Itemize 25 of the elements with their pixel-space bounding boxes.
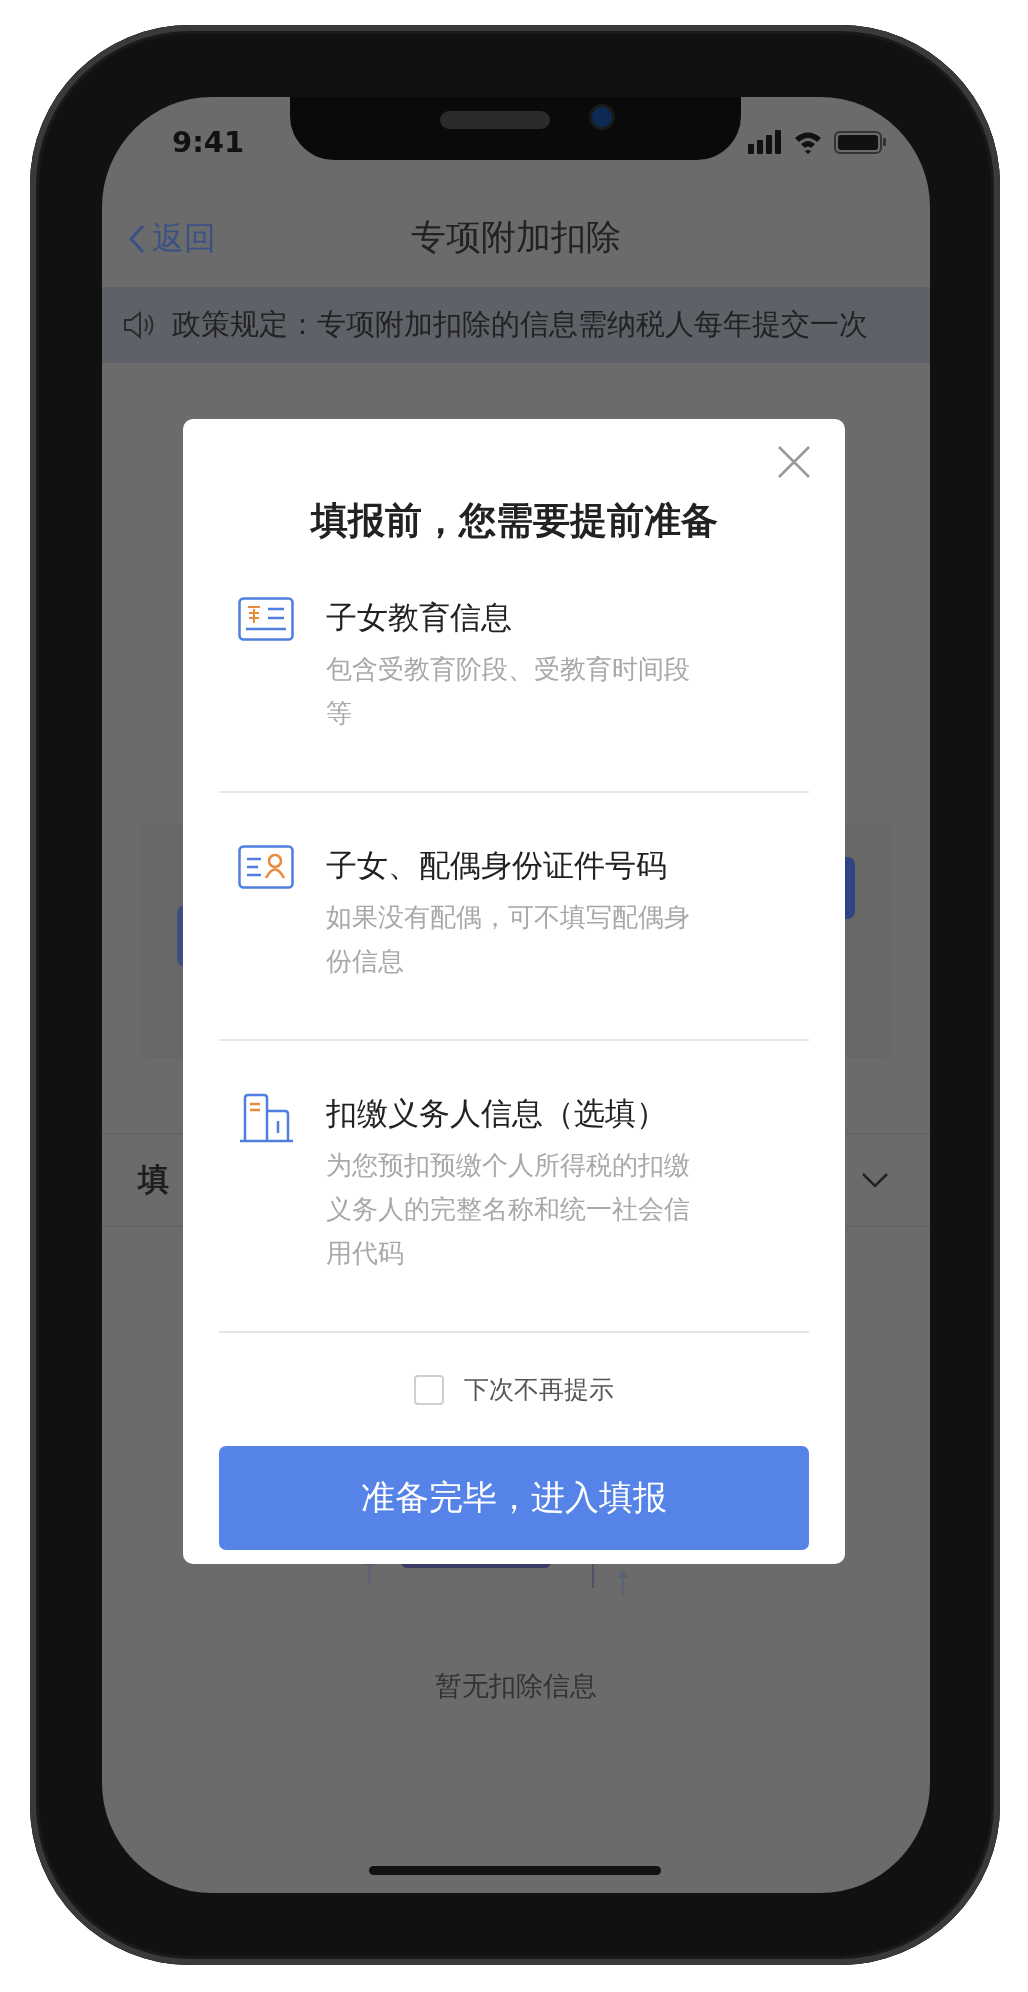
confirm-button[interactable]: 准备完毕，进入填报 xyxy=(219,1446,809,1550)
item-description: 包含受教育阶段、受教育时间段等 xyxy=(326,653,691,730)
empty-state-text: 暂无扣除信息 xyxy=(435,1669,597,1703)
page-title: 专项附加扣除 xyxy=(411,215,621,259)
checkbox[interactable] xyxy=(414,1374,444,1405)
speaker-icon xyxy=(122,310,156,340)
item-description: 如果没有配偶，可不填写配偶身份信息 xyxy=(326,901,691,978)
certificate-icon xyxy=(238,597,294,641)
battery-icon xyxy=(834,130,886,154)
close-icon[interactable] xyxy=(777,445,811,479)
wifi-icon xyxy=(794,130,822,154)
chevron-down-icon[interactable] xyxy=(860,1171,890,1189)
id-card-icon xyxy=(238,845,294,889)
item-title: 扣缴义务人信息（选填） xyxy=(326,1094,668,1133)
item-title: 子女教育信息 xyxy=(326,598,513,637)
signal-icon xyxy=(748,130,782,154)
dialog-title: 填报前，您需要提前准备 xyxy=(309,498,719,544)
buildings-icon xyxy=(238,1093,294,1143)
item-description: 为您预扣预缴个人所得税的扣缴义务人的完整名称和统一社会信用代码 xyxy=(326,1149,691,1270)
back-icon[interactable] xyxy=(128,223,146,255)
item-title: 子女、配偶身份证件号码 xyxy=(326,846,668,885)
section-title: 填 xyxy=(138,1160,169,1199)
notice-text: 政策规定：专项附加扣除的信息需纳税人每年提交一次 xyxy=(172,306,868,343)
checkbox-label[interactable]: 下次不再提示 xyxy=(464,1373,614,1406)
status-time: 9:41 xyxy=(172,125,245,159)
